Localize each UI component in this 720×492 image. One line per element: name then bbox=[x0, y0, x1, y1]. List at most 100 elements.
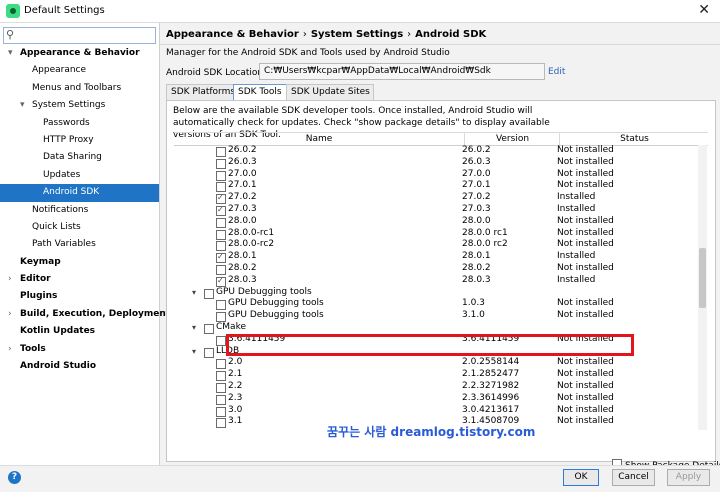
row-checkbox[interactable] bbox=[216, 406, 226, 417]
sidebar-item[interactable]: › Editor bbox=[0, 271, 159, 288]
table-row[interactable]: 28.0.0 28.0.0 Not installed bbox=[174, 216, 698, 228]
chevron-down-icon[interactable]: ▾ bbox=[192, 287, 196, 299]
chevron-down-icon[interactable]: ▾ bbox=[192, 346, 196, 358]
table-row[interactable]: 27.0.2 27.0.2 Installed bbox=[174, 192, 698, 205]
table-row[interactable]: GPU Debugging tools 1.0.3 Not installed bbox=[174, 298, 698, 311]
sidebar-item[interactable]: Android SDK bbox=[0, 184, 159, 202]
row-checkbox[interactable] bbox=[216, 158, 226, 169]
row-checkbox[interactable] bbox=[216, 359, 226, 370]
row-checkbox[interactable] bbox=[216, 204, 226, 216]
row-checkbox[interactable] bbox=[216, 394, 226, 405]
tab-sdk-update-sites[interactable]: SDK Update Sites bbox=[286, 84, 374, 100]
row-checkbox[interactable] bbox=[204, 323, 214, 334]
sidebar-item-label: Appearance & Behavior bbox=[20, 48, 140, 58]
table-row[interactable]: 2.3 2.3.3614996 Not installed bbox=[174, 393, 698, 405]
sidebar-item[interactable]: Quick Lists bbox=[0, 219, 159, 236]
row-checkbox[interactable] bbox=[216, 192, 226, 205]
table-row[interactable]: 28.0.0-rc1 28.0.0 rc1 Not installed bbox=[174, 228, 698, 240]
row-version: 2.2.3271982 bbox=[462, 380, 520, 391]
row-checkbox[interactable] bbox=[216, 371, 226, 382]
chevron-down-icon[interactable]: ▾ bbox=[20, 97, 25, 114]
tab-sdk-tools[interactable]: SDK Tools bbox=[233, 84, 287, 101]
close-icon[interactable]: ✕ bbox=[698, 2, 710, 18]
row-name: 28.0.0-rc1 bbox=[228, 227, 275, 238]
table-row[interactable]: 28.0.1 28.0.1 Installed bbox=[174, 251, 698, 264]
sidebar-item[interactable]: Appearance bbox=[0, 62, 159, 79]
row-checkbox[interactable] bbox=[216, 241, 226, 252]
sidebar-item[interactable]: Passwords bbox=[0, 115, 159, 132]
sidebar-item-label: Android SDK bbox=[43, 187, 100, 198]
breadcrumb-item: Appearance & Behavior bbox=[166, 29, 299, 40]
sidebar-item[interactable]: ▾ System Settings bbox=[0, 97, 159, 114]
table-row[interactable]: GPU Debugging tools 3.1.0 Not installed bbox=[174, 310, 698, 323]
table-row[interactable]: 26.0.2 26.0.2 Not installed bbox=[174, 145, 698, 157]
table-row[interactable]: 27.0.3 27.0.3 Installed bbox=[174, 204, 698, 216]
sidebar-item[interactable]: Path Variables bbox=[0, 236, 159, 253]
table-row[interactable]: 27.0.0 27.0.0 Not installed bbox=[174, 169, 698, 181]
sdk-location-field[interactable]: C:₩Users₩kcpar₩AppData₩Local₩Android₩Sdk bbox=[259, 63, 545, 80]
title-bar: Default Settings ✕ bbox=[0, 0, 720, 23]
row-checkbox[interactable] bbox=[216, 418, 226, 429]
cancel-button[interactable]: Cancel bbox=[612, 469, 655, 486]
column-status[interactable]: Status bbox=[559, 133, 709, 145]
table-row[interactable]: 28.0.0-rc2 28.0.0 rc2 Not installed bbox=[174, 239, 698, 252]
watermark: 꿈꾸는 사람 dreamlog.tistory.com bbox=[327, 425, 536, 439]
row-checkbox[interactable] bbox=[216, 217, 226, 228]
chevron-right-icon[interactable]: › bbox=[8, 306, 12, 323]
row-checkbox[interactable] bbox=[204, 347, 214, 358]
sidebar-item[interactable]: Plugins bbox=[0, 288, 159, 305]
tab-sdk-platforms[interactable]: SDK Platforms bbox=[166, 84, 235, 100]
help-icon[interactable]: ? bbox=[8, 471, 21, 484]
row-status: Not installed bbox=[557, 239, 614, 250]
sidebar-item[interactable]: Data Sharing bbox=[0, 149, 159, 166]
sidebar-item[interactable]: Kotlin Updates bbox=[0, 323, 159, 340]
search-input[interactable]: ⚲ bbox=[3, 27, 156, 44]
sidebar-item-label: Passwords bbox=[43, 117, 90, 128]
scrollbar-thumb[interactable] bbox=[699, 248, 706, 308]
table-row[interactable]: 28.0.2 28.0.2 Not installed bbox=[174, 263, 698, 275]
ok-button[interactable]: OK bbox=[563, 469, 599, 486]
sidebar-item[interactable]: Android Studio bbox=[0, 358, 159, 375]
column-version[interactable]: Version bbox=[464, 133, 560, 145]
row-checkbox[interactable] bbox=[216, 264, 226, 275]
sidebar-item[interactable]: › Tools bbox=[0, 341, 159, 358]
row-version: 28.0.3 bbox=[462, 274, 491, 285]
sidebar-item[interactable]: HTTP Proxy bbox=[0, 132, 159, 149]
row-checkbox[interactable] bbox=[204, 288, 214, 299]
sidebar-item[interactable]: ▾ Appearance & Behavior bbox=[0, 45, 159, 62]
table-row[interactable]: ▾ GPU Debugging tools bbox=[174, 287, 698, 299]
sidebar-item[interactable]: Menus and Toolbars bbox=[0, 80, 159, 97]
chevron-down-icon[interactable]: ▾ bbox=[8, 45, 13, 62]
table-row[interactable]: 2.0 2.0.2558144 Not installed bbox=[174, 357, 698, 370]
chevron-right-icon[interactable]: › bbox=[8, 271, 12, 288]
table-row[interactable]: 2.2 2.2.3271982 Not installed bbox=[174, 381, 698, 393]
table-row[interactable]: ▾ CMake bbox=[174, 322, 698, 334]
row-checkbox[interactable] bbox=[216, 251, 226, 264]
column-name[interactable]: Name bbox=[174, 133, 464, 145]
table-row[interactable]: 28.0.3 28.0.3 Installed bbox=[174, 275, 698, 287]
sidebar-item[interactable]: Notifications bbox=[0, 202, 159, 219]
sidebar-item[interactable]: Keymap bbox=[0, 254, 159, 271]
chevron-right-icon[interactable]: › bbox=[8, 341, 12, 358]
row-checkbox[interactable] bbox=[216, 300, 226, 311]
row-checkbox[interactable] bbox=[216, 275, 226, 287]
sidebar-item-label: Kotlin Updates bbox=[20, 326, 96, 337]
row-checkbox[interactable] bbox=[216, 170, 226, 181]
table-row[interactable]: 26.0.3 26.0.3 Not installed bbox=[174, 157, 698, 169]
row-checkbox[interactable] bbox=[216, 147, 226, 157]
sidebar-item[interactable]: Updates bbox=[0, 167, 159, 184]
table-row[interactable]: 27.0.1 27.0.1 Not installed bbox=[174, 180, 698, 193]
row-checkbox[interactable] bbox=[216, 382, 226, 393]
sidebar-item[interactable]: › Build, Execution, Deployment bbox=[0, 306, 170, 323]
row-checkbox[interactable] bbox=[216, 182, 226, 193]
table-row[interactable]: 2.1 2.1.2852477 Not installed bbox=[174, 369, 698, 382]
row-checkbox[interactable] bbox=[216, 335, 226, 346]
edit-link[interactable]: Edit bbox=[548, 67, 565, 77]
table-row[interactable]: 3.0 3.0.4213617 Not installed bbox=[174, 405, 698, 417]
row-name: 28.0.2 bbox=[228, 262, 257, 273]
row-checkbox[interactable] bbox=[216, 312, 226, 323]
vertical-scrollbar[interactable] bbox=[698, 145, 707, 430]
chevron-down-icon[interactable]: ▾ bbox=[192, 322, 196, 334]
row-checkbox[interactable] bbox=[216, 229, 226, 240]
apply-button[interactable]: Apply bbox=[667, 469, 710, 486]
